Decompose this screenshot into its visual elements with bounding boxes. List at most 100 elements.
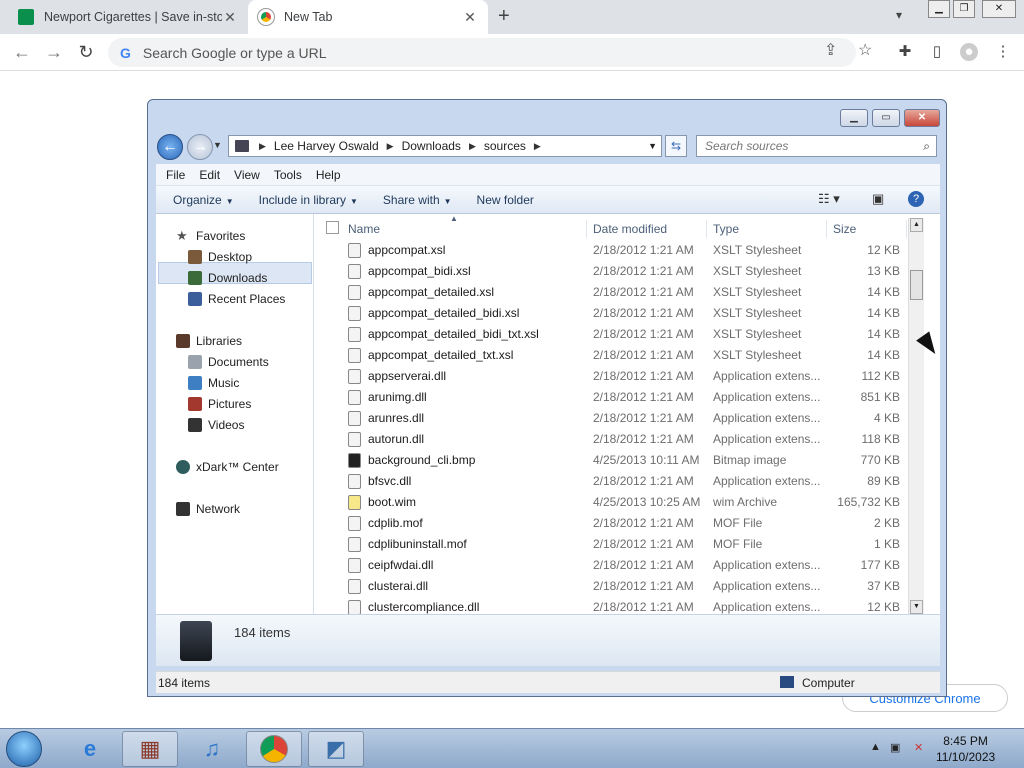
table-row[interactable]: ceipfwdai.dll 2/18/2012 1:21 AM Applicatio…: [316, 555, 924, 576]
recent-pages-chevron-icon[interactable]: ▼: [213, 140, 222, 150]
table-row[interactable]: appcompat_detailed.xsl 2/18/2012 1:21 AM X…: [316, 282, 924, 303]
status-location: Computer: [802, 676, 855, 690]
menu-view[interactable]: View: [234, 168, 260, 182]
table-row[interactable]: boot.wim 4/25/2013 10:25 AM wim Archive 165…: [316, 492, 924, 513]
scroll-thumb[interactable]: [910, 270, 923, 300]
start-orb-icon[interactable]: [6, 731, 42, 767]
minimize-button[interactable]: ▁: [840, 109, 868, 127]
table-row[interactable]: cdplibuninstall.mof 2/18/2012 1:21 AM MOF …: [316, 534, 924, 555]
table-row[interactable]: cdplib.mof 2/18/2012 1:21 AM MOF File 2 KB: [316, 513, 924, 534]
show-hidden-icons-icon[interactable]: ▲: [870, 741, 881, 753]
search-input[interactable]: Search sources ⌕: [696, 135, 937, 157]
status-bar: 184 items Computer: [156, 671, 940, 693]
new-tab-icon[interactable]: +: [498, 5, 510, 28]
table-row[interactable]: arunimg.dll 2/18/2012 1:21 AM Application …: [316, 387, 924, 408]
preview-pane-icon[interactable]: ▣: [872, 191, 884, 207]
itunes-icon[interactable]: ♫: [184, 731, 240, 767]
table-row[interactable]: appcompat_detailed_txt.xsl 2/18/2012 1:21…: [316, 345, 924, 366]
extensions-puzzle-icon[interactable]: ✚: [896, 43, 914, 61]
table-row[interactable]: arunres.dll 2/18/2012 1:21 AM Application …: [316, 408, 924, 429]
scroll-down-icon[interactable]: ▼: [910, 600, 923, 614]
help-icon[interactable]: ?: [908, 191, 924, 207]
organize-button[interactable]: Organize ▼: [173, 193, 234, 207]
table-row[interactable]: appcompat_bidi.xsl 2/18/2012 1:21 AM XSLT …: [316, 261, 924, 282]
nav-libraries[interactable]: Libraries: [176, 331, 242, 351]
nav-desktop[interactable]: Desktop: [188, 247, 252, 267]
new-folder-button[interactable]: New folder: [477, 193, 534, 207]
table-row[interactable]: appcompat_detailed_bidi.xsl 2/18/2012 1:2…: [316, 303, 924, 324]
tab-new-tab[interactable]: New Tab ✕: [248, 0, 488, 34]
table-row[interactable]: autorun.dll 2/18/2012 1:21 AM Application …: [316, 429, 924, 450]
internet-explorer-icon[interactable]: e: [62, 731, 118, 767]
search-icon[interactable]: ⌕: [923, 136, 930, 156]
close-tab-icon[interactable]: ✕: [462, 9, 478, 26]
share-with-button[interactable]: Share with ▼: [383, 193, 452, 207]
file-manager-icon[interactable]: ▦: [122, 731, 178, 767]
column-type[interactable]: Type: [713, 222, 739, 236]
bookmark-star-icon[interactable]: ☆: [858, 40, 872, 60]
table-row[interactable]: background_cli.bmp 4/25/2013 10:11 AM Bitm…: [316, 450, 924, 471]
profile-avatar-icon[interactable]: ●: [960, 43, 978, 61]
back-arrow-icon[interactable]: ←: [10, 41, 34, 65]
breadcrumb-downloads[interactable]: Downloads: [402, 139, 461, 153]
menu-help[interactable]: Help: [316, 168, 341, 182]
clock[interactable]: 8:45 PM 11/10/2023: [936, 733, 995, 765]
reload-icon[interactable]: ↻: [74, 41, 98, 65]
share-icon[interactable]: ⇪: [824, 40, 837, 60]
table-row[interactable]: appserverai.dll 2/18/2012 1:21 AM Applicat…: [316, 366, 924, 387]
omnibox[interactable]: G Search Google or type a URL: [108, 38, 856, 67]
restore-button[interactable]: ❐: [953, 0, 975, 18]
address-bar[interactable]: ▶ Lee Harvey Oswald ▶ Downloads ▶ source…: [228, 135, 662, 157]
table-row[interactable]: clusterai.dll 2/18/2012 1:21 AM Applicatio…: [316, 576, 924, 597]
vertical-scrollbar[interactable]: ▲ ▼: [908, 218, 924, 614]
close-button[interactable]: ✕: [982, 0, 1016, 18]
close-button[interactable]: ✕: [904, 109, 940, 127]
nav-recent-places[interactable]: Recent Places: [188, 289, 285, 309]
menu-file[interactable]: File: [166, 168, 185, 182]
breadcrumb-user[interactable]: Lee Harvey Oswald: [274, 139, 379, 153]
tab-search-chevron-icon[interactable]: ▾: [896, 8, 902, 22]
network-tray-icon[interactable]: ▣: [890, 741, 900, 754]
nav-documents[interactable]: Documents: [188, 352, 269, 372]
side-panel-icon[interactable]: ▯: [928, 43, 946, 61]
nav-xdark-center[interactable]: xDark™ Center: [176, 457, 279, 477]
nav-favorites[interactable]: ★ Favorites: [176, 226, 245, 246]
maximize-button[interactable]: ▭: [872, 109, 900, 127]
table-row[interactable]: appcompat.xsl 2/18/2012 1:21 AM XSLT Style…: [316, 240, 924, 261]
minimize-button[interactable]: ▁: [928, 0, 950, 18]
nav-music[interactable]: Music: [188, 373, 239, 393]
nav-pictures[interactable]: Pictures: [188, 394, 251, 414]
nav-network[interactable]: Network: [176, 499, 240, 519]
table-row[interactable]: bfsvc.dll 2/18/2012 1:21 AM Application ex…: [316, 471, 924, 492]
include-in-library-button[interactable]: Include in library ▼: [259, 193, 358, 207]
table-row[interactable]: appcompat_detailed_bidi_txt.xsl 2/18/2012…: [316, 324, 924, 345]
forward-arrow-icon[interactable]: →: [187, 134, 213, 160]
menu-kebab-icon[interactable]: ⋮: [994, 43, 1012, 61]
nav-downloads[interactable]: Downloads: [188, 268, 267, 288]
nav-videos[interactable]: Videos: [188, 415, 244, 435]
breadcrumb-sources[interactable]: sources: [484, 139, 526, 153]
menu-tools[interactable]: Tools: [274, 168, 302, 182]
forward-arrow-icon[interactable]: →: [42, 41, 66, 65]
column-size[interactable]: Size: [833, 222, 856, 236]
file-name: ceipfwdai.dll: [368, 558, 434, 572]
address-dropdown-icon[interactable]: ▼: [648, 141, 657, 151]
tab-strip: Newport Cigarettes | Save in-store ✕ New…: [0, 0, 1024, 34]
view-options-icon[interactable]: ☷ ▾: [818, 191, 840, 207]
column-date-modified[interactable]: Date modified: [593, 222, 667, 236]
menu-edit[interactable]: Edit: [199, 168, 220, 182]
menu-bar: File Edit View Tools Help: [156, 164, 940, 186]
column-name[interactable]: Name: [348, 222, 380, 236]
close-tab-icon[interactable]: ✕: [222, 9, 238, 26]
volume-muted-icon[interactable]: ✕: [914, 741, 923, 754]
back-arrow-icon[interactable]: ←: [157, 134, 183, 160]
explorer-taskbar-icon[interactable]: ◩: [308, 731, 364, 767]
file-type: Bitmap image: [713, 453, 787, 467]
explorer-window: ▁ ▭ ✕ ← → ▼ ▶ Lee Harvey Oswald ▶ Downlo…: [147, 99, 947, 697]
file-name: appcompat_detailed_bidi_txt.xsl: [368, 327, 539, 341]
tab-newport[interactable]: Newport Cigarettes | Save in-store ✕: [8, 0, 248, 34]
scroll-up-icon[interactable]: ▲: [910, 218, 923, 232]
select-all-checkbox[interactable]: [326, 221, 339, 234]
refresh-icon[interactable]: ⇆: [665, 135, 687, 157]
chrome-taskbar-icon[interactable]: [246, 731, 302, 767]
